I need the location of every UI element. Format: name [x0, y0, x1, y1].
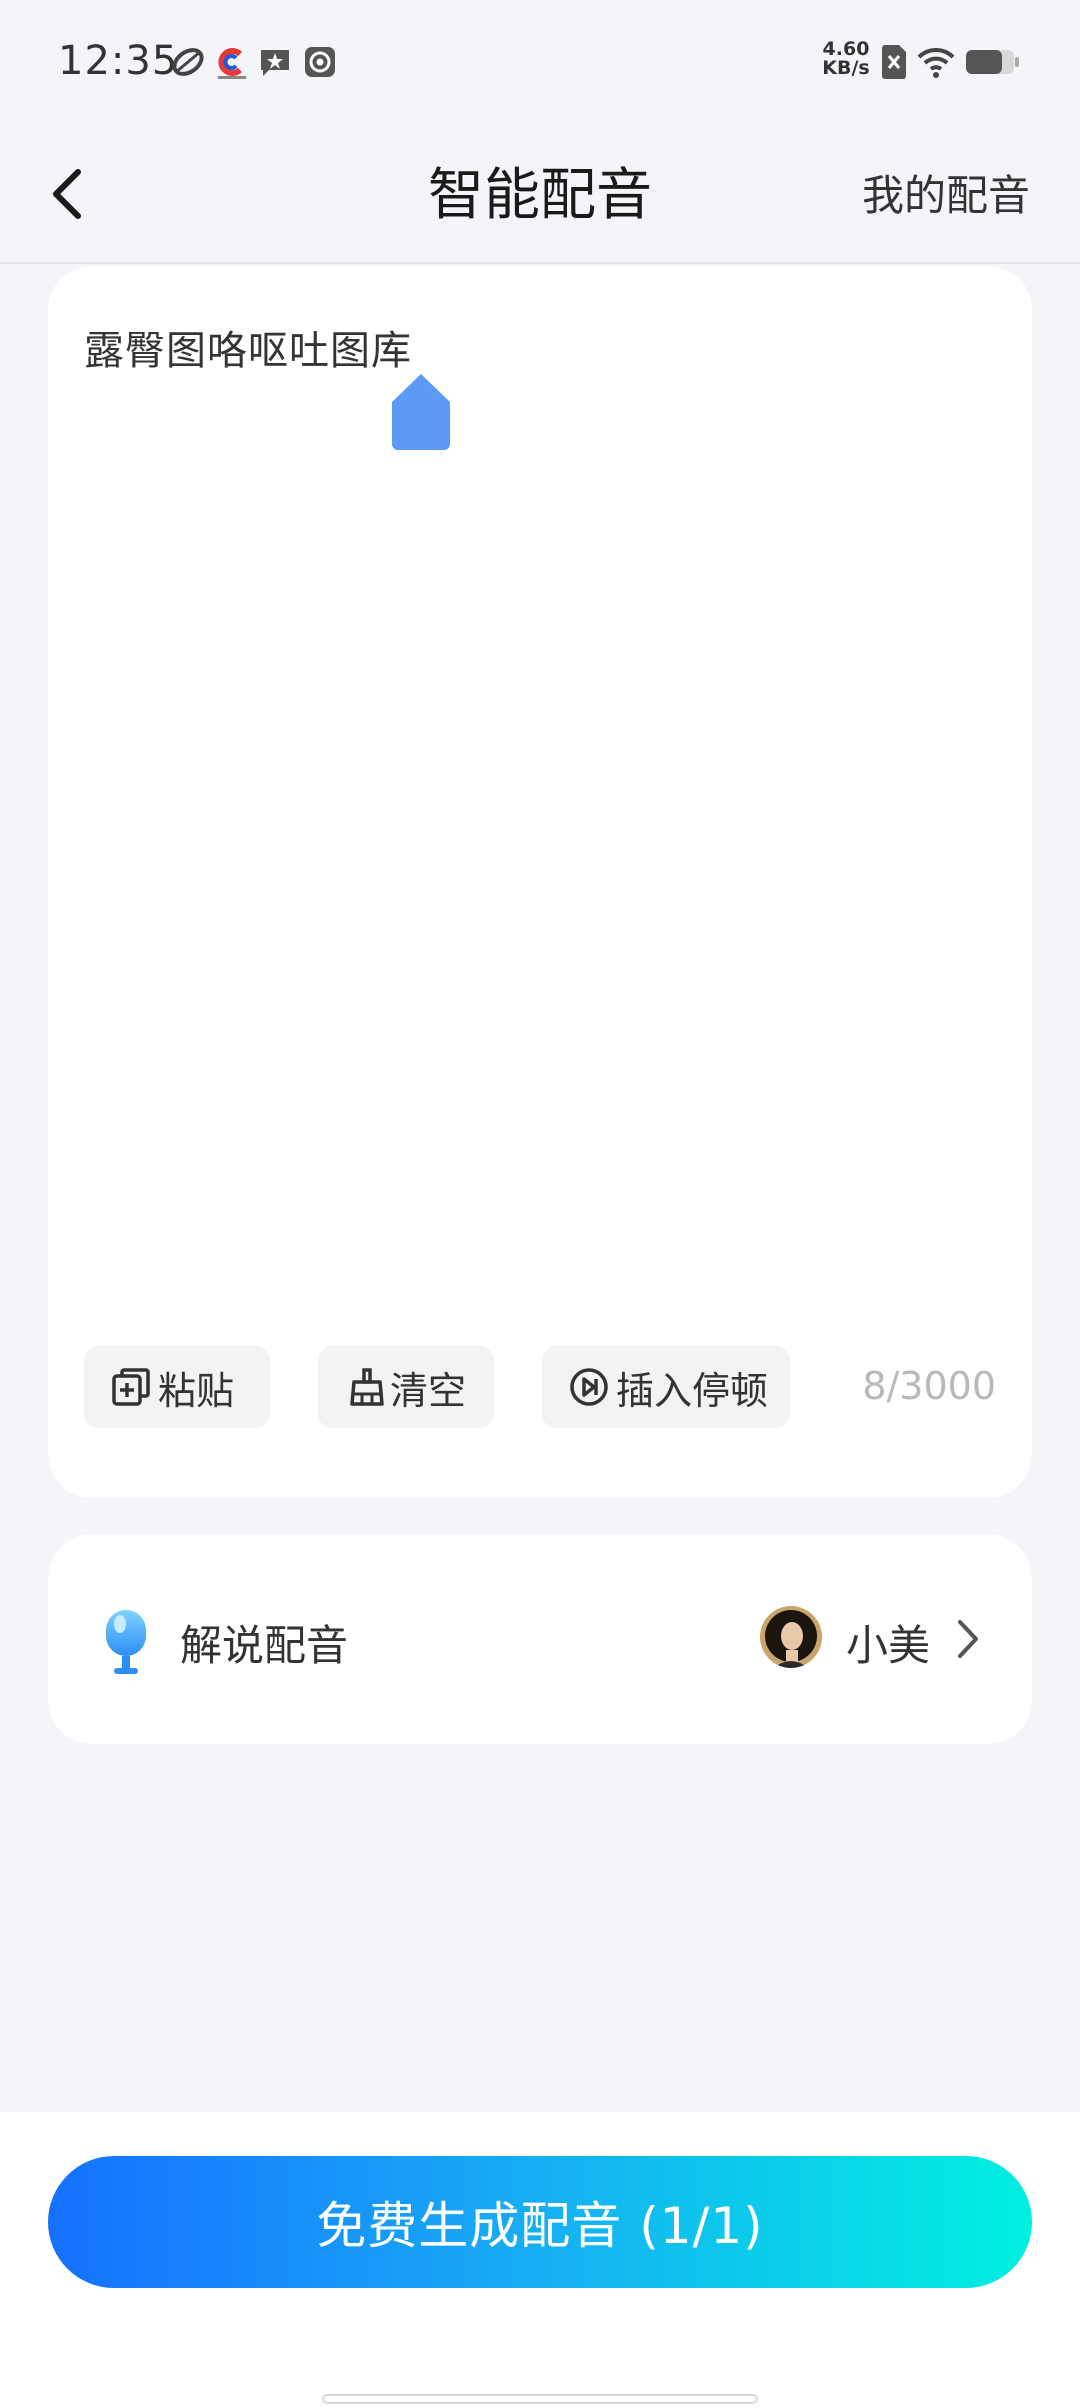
wifi-icon: [917, 47, 955, 78]
broom-icon: [350, 1368, 384, 1406]
sim-x-icon: [882, 45, 906, 79]
paste-icon: [112, 1368, 150, 1406]
clear-label: 清空: [390, 1368, 467, 1413]
battery-icon: [966, 50, 1019, 74]
selected-voice-name: 小美: [846, 1621, 931, 1670]
character-count: 8/3000: [862, 1364, 996, 1408]
clear-button[interactable]: 清空: [318, 1346, 494, 1428]
status-time: 12:35: [58, 38, 179, 84]
pause-marker-icon: [570, 1368, 608, 1406]
camera-icon: [305, 47, 335, 77]
net-speed-unit: KB/s: [822, 57, 870, 79]
chevron-right-icon: [958, 1620, 978, 1658]
home-indicator[interactable]: [322, 2394, 758, 2404]
app-c-icon: [218, 48, 246, 79]
star-message-icon: [261, 50, 289, 76]
voice-type-label: 解说配音: [180, 1621, 349, 1670]
voice-avatar: [760, 1606, 822, 1668]
dubbing-text-input[interactable]: 露臀图咯呕吐图库: [84, 318, 412, 376]
top-app-bar: 智能配音 我的配音: [0, 128, 1080, 264]
leaf-icon: [172, 48, 204, 76]
generate-dubbing-button[interactable]: 免费生成配音 (1/1): [48, 2156, 1032, 2288]
insert-pause-label: 插入停顿: [616, 1368, 769, 1413]
insert-pause-button[interactable]: 插入停顿: [542, 1346, 790, 1428]
avatar-portrait-icon: [760, 1606, 822, 1668]
net-speed: 4.60 KB/s: [820, 40, 872, 78]
my-dubbing-link[interactable]: 我的配音: [862, 162, 1030, 223]
voice-selector-card[interactable]: 解说配音 小美: [48, 1534, 1032, 1744]
paste-label: 粘贴: [158, 1368, 235, 1413]
text-editor-card: 露臀图咯呕吐图库 粘贴 清空 插入停顿 8/3000: [48, 266, 1032, 1498]
paste-button[interactable]: 粘贴: [84, 1346, 270, 1428]
text-cursor-handle-icon[interactable]: [390, 372, 452, 452]
microphone-icon: [106, 1610, 146, 1674]
status-bar: 12:35 4.60 KB/s: [0, 0, 1080, 128]
